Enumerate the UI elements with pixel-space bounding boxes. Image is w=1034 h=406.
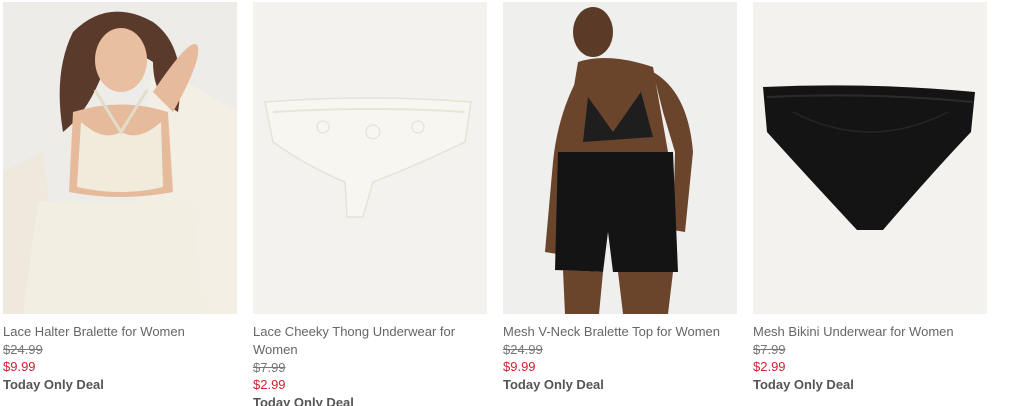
product-card: Mesh V-Neck Bralette Top for Women $24.9… [503,2,737,393]
product-card: Lace Halter Bralette for Women $24.99 $9… [3,2,237,393]
deal-badge: Today Only Deal [753,377,854,392]
original-price: $24.99 [3,342,43,357]
product-image[interactable] [3,2,237,314]
product-name[interactable]: Mesh Bikini Underwear for Women [753,323,987,341]
sale-price: $9.99 [503,359,536,374]
deal-badge: Today Only Deal [253,395,354,406]
product-name[interactable]: Lace Halter Bralette for Women [3,323,237,341]
original-price: $7.99 [753,342,786,357]
product-image[interactable] [753,2,987,314]
product-name[interactable]: Lace Cheeky Thong Underwear for Women [253,323,487,359]
product-grid: Lace Halter Bralette for Women $24.99 $9… [0,0,1034,406]
product-name[interactable]: Mesh V-Neck Bralette Top for Women [503,323,737,341]
product-card: Lace Cheeky Thong Underwear for Women $7… [253,2,487,406]
original-price: $24.99 [503,342,543,357]
product-card: Mesh Bikini Underwear for Women $7.99 $2… [753,2,987,393]
deal-badge: Today Only Deal [3,377,104,392]
product-image[interactable] [503,2,737,314]
deal-badge: Today Only Deal [503,377,604,392]
product-image[interactable] [253,2,487,314]
original-price: $7.99 [253,360,286,375]
sale-price: $9.99 [3,359,36,374]
sale-price: $2.99 [253,377,286,392]
sale-price: $2.99 [753,359,786,374]
